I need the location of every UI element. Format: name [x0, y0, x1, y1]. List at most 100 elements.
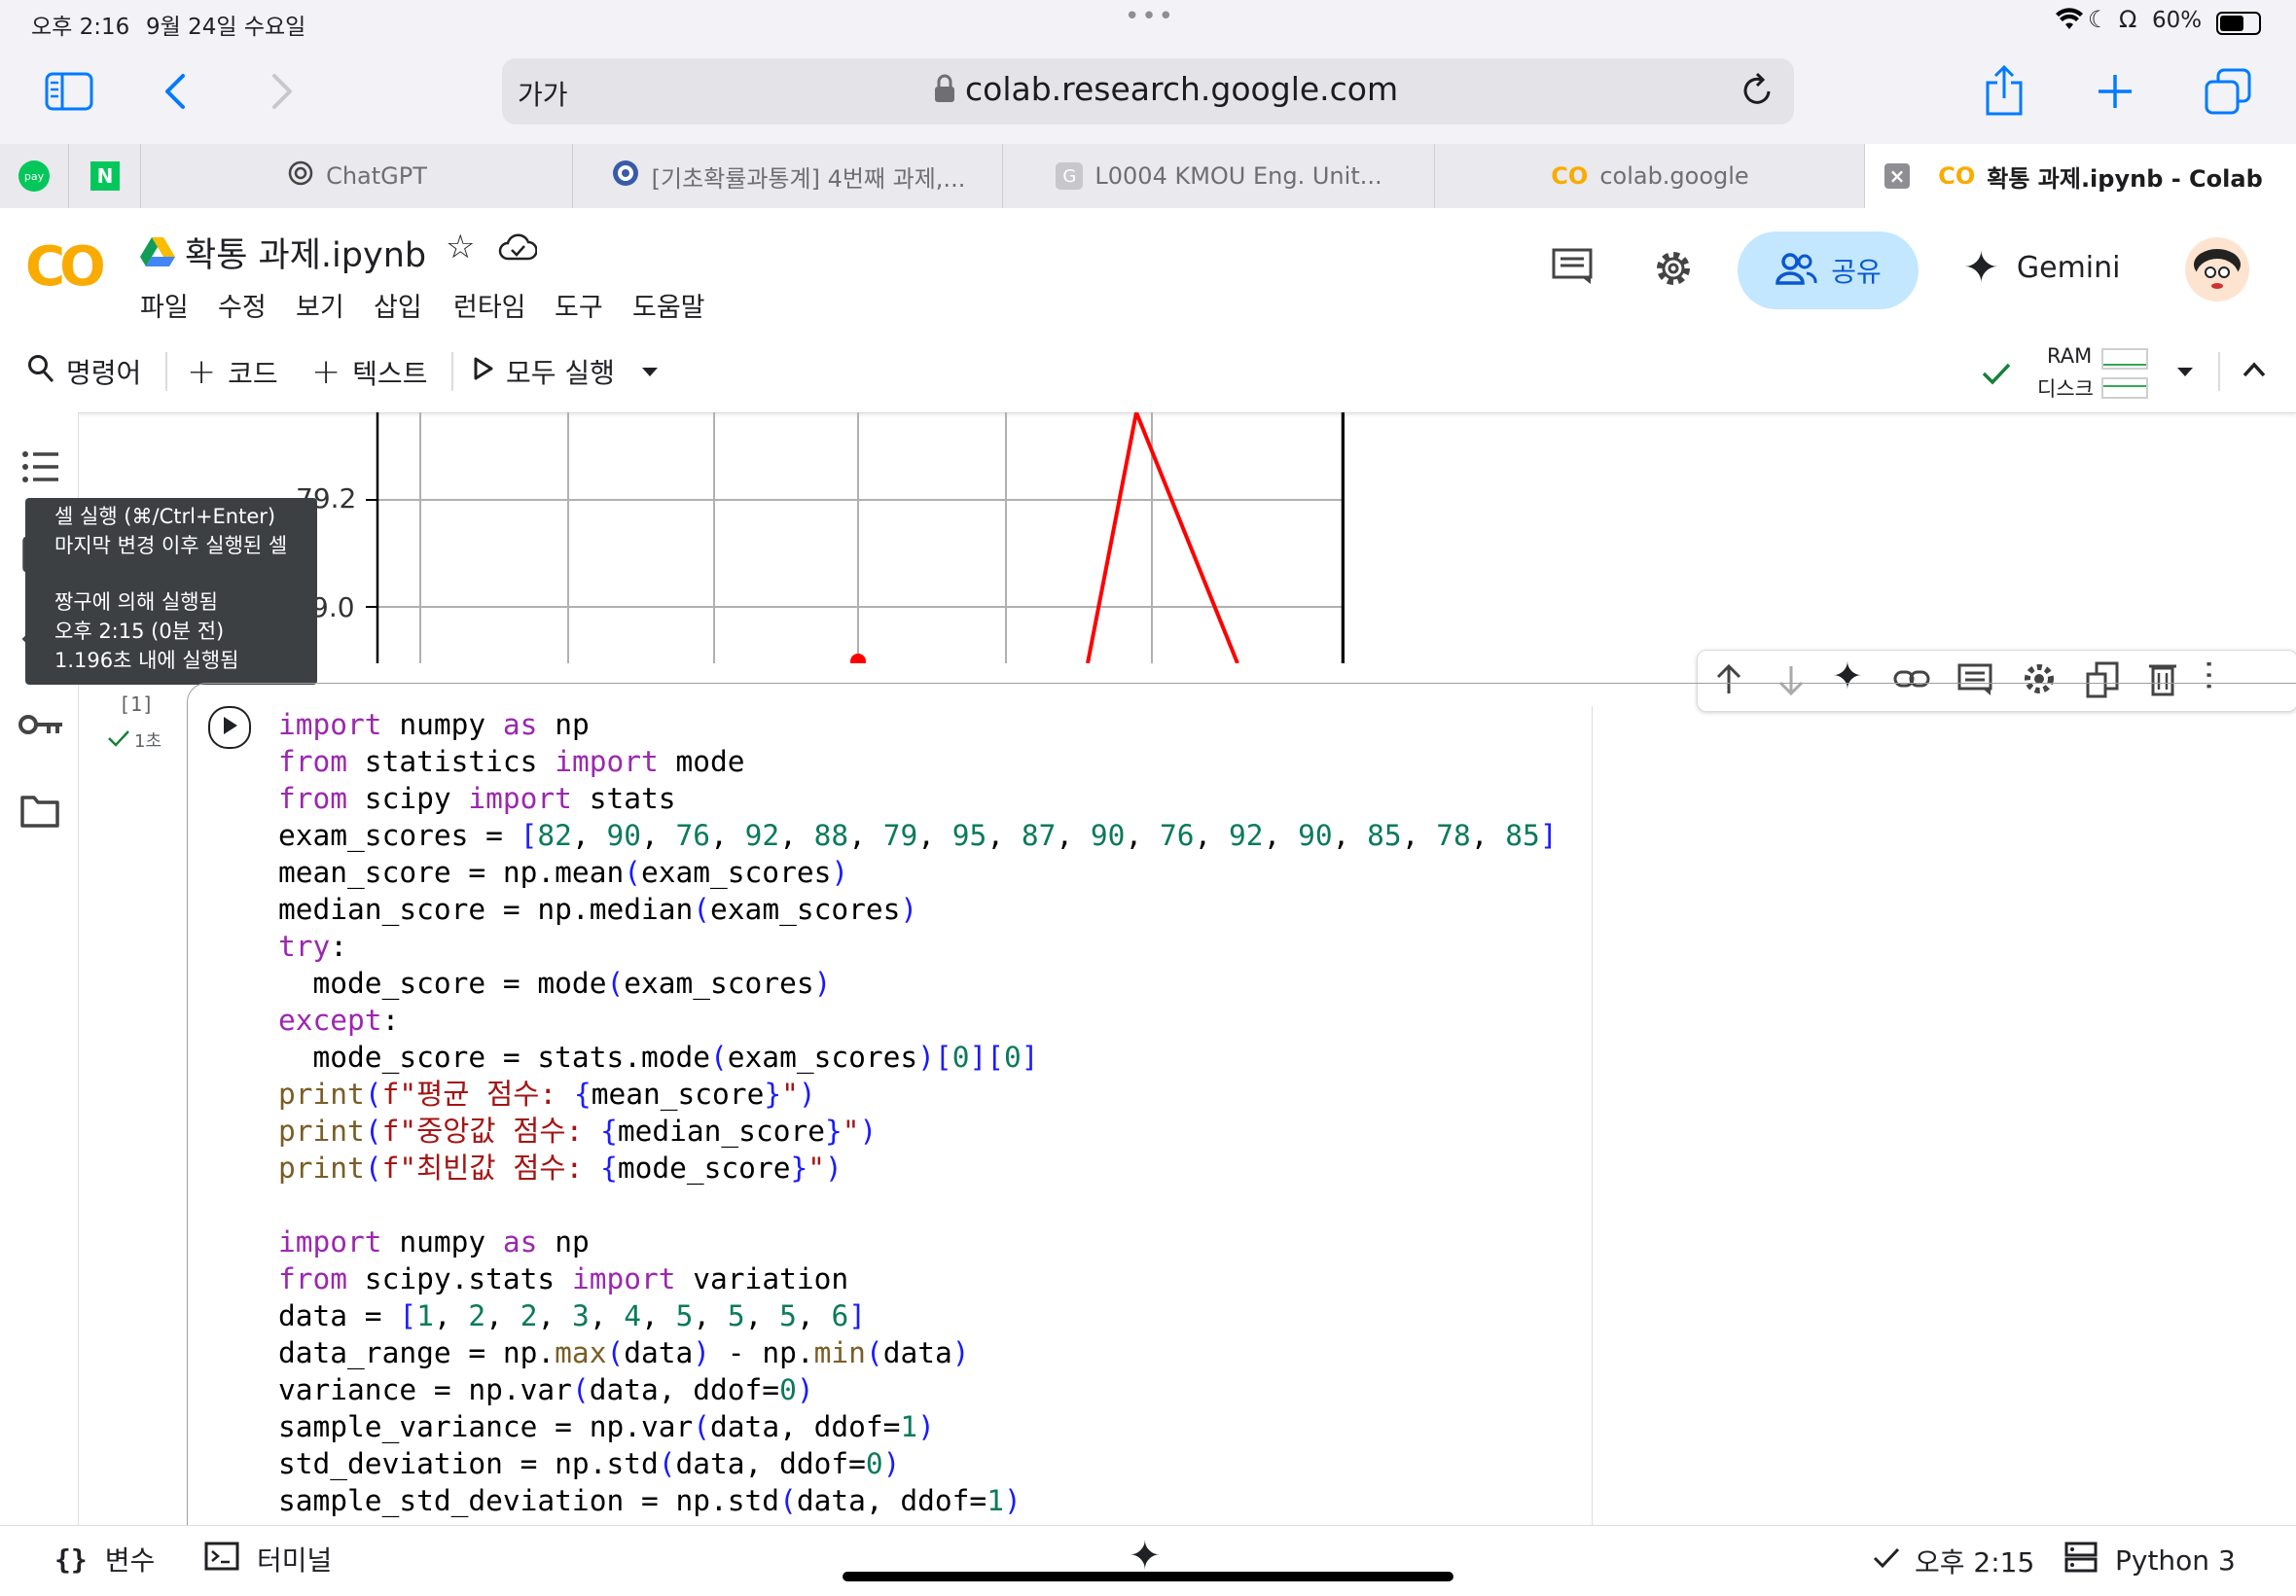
terminal-icon: [204, 1542, 239, 1578]
tooltip-line: 마지막 변경 이후 실행된 셀: [54, 534, 288, 557]
add-code-button[interactable]: + 코드: [187, 352, 278, 392]
battery-percent: 60%: [2152, 8, 2203, 33]
naver-icon: N: [90, 161, 120, 191]
disk-meter[interactable]: [2101, 377, 2148, 399]
menu-edit[interactable]: 수정: [218, 286, 267, 324]
reload-icon[interactable]: [1740, 72, 1775, 113]
new-tab-icon[interactable]: [2092, 66, 2138, 117]
close-tab-icon[interactable]: ×: [1884, 163, 1910, 189]
tab-overview-icon[interactable]: [2203, 64, 2253, 119]
menu-file[interactable]: 파일: [140, 286, 189, 324]
toolbar-divider: [2218, 352, 2220, 391]
cloud-saved-icon[interactable]: [498, 233, 538, 265]
google-drive-icon: [140, 235, 175, 270]
avatar[interactable]: [2185, 237, 2249, 301]
run-all-button[interactable]: 모두 실행: [473, 352, 615, 391]
url-text[interactable]: colab.research.google.com: [965, 70, 1398, 108]
settings-gear-icon[interactable]: [1652, 247, 1695, 294]
pinned-tab-pay[interactable]: pay: [0, 144, 68, 208]
gemini-sparkle-icon: ✦: [1963, 243, 1999, 293]
colab-logo[interactable]: CO: [25, 235, 106, 299]
ram-meter[interactable]: [2101, 348, 2148, 370]
variables-label: 변수: [104, 1544, 156, 1577]
check-icon: [107, 728, 130, 752]
share-button[interactable]: 공유: [1738, 231, 1919, 309]
lock-icon: [934, 74, 955, 107]
search-icon: [27, 354, 54, 390]
comments-icon[interactable]: [1551, 247, 1594, 290]
files-folder-icon[interactable]: [19, 794, 60, 833]
colab-logo-icon: CO: [1938, 162, 1976, 190]
runtime-info[interactable]: Python 3: [2064, 1542, 2236, 1579]
headphones-icon: Ω: [2119, 6, 2137, 33]
reader-text-size-button[interactable]: 가가: [518, 74, 568, 113]
code-editor[interactable]: import numpy as np from statistics impor…: [278, 706, 1558, 1519]
add-code-label: 코드: [228, 357, 278, 390]
runtime-label: Python 3: [2115, 1544, 2236, 1577]
variables-button[interactable]: {} 변수: [54, 1540, 155, 1578]
tooltip-line: 짱구에 의해 실행됨: [54, 590, 218, 614]
plus-icon: +: [187, 352, 217, 392]
colab-logo-icon: CO: [1551, 162, 1589, 190]
collapse-header-icon[interactable]: [2242, 360, 2267, 383]
status-date: 9월 24일 수요일: [146, 15, 306, 40]
home-indicator[interactable]: [843, 1572, 1453, 1581]
command-label: 명령어: [66, 357, 142, 389]
execution-count: [1]: [119, 692, 155, 716]
braces-icon: {}: [54, 1543, 88, 1576]
toolbar-divider: [451, 352, 453, 391]
table-of-contents-icon[interactable]: [21, 449, 60, 488]
execution-status: 1초: [107, 727, 161, 753]
tab-colab-google[interactable]: CO colab.google: [1434, 144, 1865, 208]
wifi-icon: [2055, 8, 2084, 37]
tab-label: L0004 KMOU Eng. Unit...: [1094, 162, 1382, 190]
terminal-button[interactable]: 터미널: [204, 1540, 332, 1578]
share-sheet-icon[interactable]: [1981, 60, 2027, 123]
menu-tools[interactable]: 도구: [555, 286, 603, 324]
back-icon[interactable]: [156, 66, 195, 117]
tab-colab-notebook[interactable]: × CO 확통 과제.ipynb - Colab: [1864, 144, 2296, 208]
g-letter-icon: G: [1056, 162, 1084, 190]
university-icon: [611, 159, 640, 194]
check-icon: [1872, 1545, 1901, 1578]
add-text-button[interactable]: + 텍스트: [311, 352, 427, 392]
output-plot: [189, 412, 1343, 663]
connected-check-icon: [1981, 360, 2012, 391]
menu-view[interactable]: 보기: [296, 286, 344, 324]
moon-icon: ☾: [2088, 6, 2109, 33]
tab-course-assignment[interactable]: [기초확률과통계] 4번째 과제,...: [572, 144, 1003, 208]
sidebar-icon[interactable]: [41, 66, 97, 117]
tooltip-line: 오후 2:15 (0분 전): [54, 620, 225, 643]
address-bar[interactable]: 가가 colab.research.google.com: [502, 58, 1794, 124]
browser-toolbar: 가가 colab.research.google.com: [0, 47, 2296, 144]
colab-header: CO 확통 과제.ipynb ☆ 공유 ✦ Gemini: [0, 208, 2296, 334]
command-palette-button[interactable]: 명령어: [27, 352, 141, 391]
menu-help[interactable]: 도움말: [632, 286, 705, 324]
tab-bar: pay N ChatGPT [기초확률과통계] 4번째 과제,... G L00…: [0, 144, 2296, 209]
multitasking-dots-icon[interactable]: •••: [1125, 2, 1175, 31]
run-cell-button[interactable]: [208, 706, 251, 749]
toolbar-divider: [165, 352, 167, 391]
menu-insert[interactable]: 삽입: [374, 286, 422, 324]
chatgpt-icon: [287, 160, 314, 193]
battery-icon: [2216, 12, 2261, 35]
gemini-button[interactable]: ✦ Gemini: [1963, 243, 2121, 293]
secrets-key-icon[interactable]: [18, 710, 64, 743]
tab-kmou-eng-unit[interactable]: G L0004 KMOU Eng. Unit...: [1002, 144, 1435, 208]
tooltip-line: 셀 실행 (⌘/Ctrl+Enter): [54, 505, 276, 528]
star-icon[interactable]: ☆: [446, 228, 475, 266]
status-bar: 오후 2:16 9월 24일 수요일 ••• ☾ Ω 60%: [0, 0, 2296, 47]
last-run-status[interactable]: 오후 2:15: [1872, 1542, 2034, 1580]
tab-chatgpt[interactable]: ChatGPT: [140, 144, 573, 208]
tab-label: [기초확률과통계] 4번째 과제,...: [651, 164, 966, 193]
resources-dropdown-icon[interactable]: [2173, 364, 2197, 383]
menu-runtime[interactable]: 런타임: [453, 286, 526, 324]
run-all-label: 모두 실행: [506, 357, 615, 389]
run-cell-tooltip: 셀 실행 (⌘/Ctrl+Enter) 마지막 변경 이후 실행된 셀 짱구에 …: [25, 498, 317, 685]
play-outline-icon: [473, 356, 494, 388]
pinned-tab-naver[interactable]: N: [68, 144, 141, 208]
forward-icon[interactable]: [263, 66, 302, 117]
ram-label: RAM: [2047, 344, 2093, 368]
run-all-dropdown-icon[interactable]: [638, 364, 662, 383]
notebook-title[interactable]: 확통 과제.ipynb: [185, 228, 426, 277]
